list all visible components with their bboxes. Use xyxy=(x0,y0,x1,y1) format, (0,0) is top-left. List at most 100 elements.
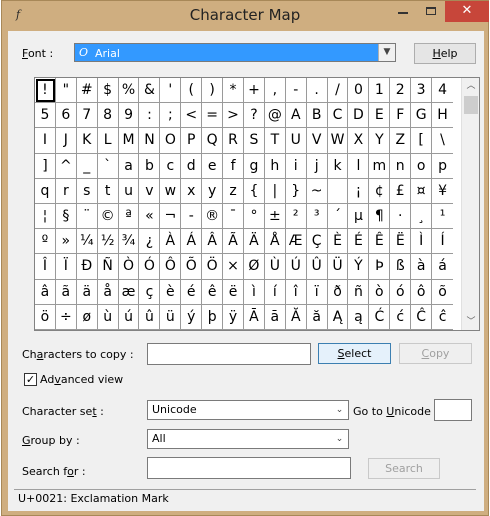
character-cell[interactable]: « xyxy=(139,204,161,230)
character-cell[interactable]: \ xyxy=(432,128,453,154)
character-cell[interactable]: ÿ xyxy=(223,304,244,330)
character-cell[interactable]: ç xyxy=(139,279,161,305)
character-cell[interactable]: Ù xyxy=(264,254,286,280)
character-cell[interactable]: · xyxy=(390,204,412,230)
character-cell[interactable]: > xyxy=(223,103,244,129)
character-cell[interactable]: Ć xyxy=(369,304,391,330)
character-cell[interactable]: x xyxy=(181,178,203,204)
character-cell[interactable]: ` xyxy=(97,153,119,179)
character-cell[interactable]: o xyxy=(411,153,433,179)
character-cell[interactable]: * xyxy=(223,78,244,104)
character-cell[interactable]: O xyxy=(160,128,182,154)
scrollbar-thumb[interactable] xyxy=(464,96,478,114)
character-cell[interactable]: I xyxy=(35,128,56,154)
character-cell[interactable]: % xyxy=(118,78,140,104)
character-cell[interactable]: ą xyxy=(348,304,370,330)
character-cell[interactable]: ( xyxy=(181,78,203,104)
character-cell[interactable]: § xyxy=(55,204,77,230)
character-cell[interactable]: y xyxy=(202,178,224,204)
character-cell[interactable]: ë xyxy=(223,279,244,305)
character-cell[interactable]: p xyxy=(432,154,453,179)
character-cell[interactable]: m xyxy=(369,153,391,179)
character-cell[interactable]: T xyxy=(264,128,286,154)
search-button[interactable]: Search xyxy=(368,458,440,479)
character-cell[interactable]: Ê xyxy=(369,229,391,255)
search-input[interactable] xyxy=(147,457,351,479)
character-cell[interactable]: Ã xyxy=(223,229,244,255)
character-cell[interactable]: D xyxy=(348,103,370,129)
character-cell[interactable]: × xyxy=(223,254,244,280)
character-cell[interactable]: . xyxy=(306,78,328,104)
character-cell[interactable]: ð xyxy=(327,279,349,305)
character-cell[interactable]: ~ xyxy=(306,178,328,204)
character-cell[interactable]: ñ xyxy=(348,279,370,305)
character-cell[interactable]: n xyxy=(390,153,412,179)
character-cell[interactable]: º xyxy=(35,229,56,255)
character-cell[interactable]: Å xyxy=(264,229,286,255)
character-cell[interactable]: _ xyxy=(76,153,98,179)
scroll-up-icon[interactable]: ︿ xyxy=(462,78,480,94)
character-cell[interactable]: 1 xyxy=(369,78,391,104)
character-cell[interactable]: ü xyxy=(160,304,182,330)
character-cell[interactable]: Ú xyxy=(285,254,307,280)
character-cell[interactable]: ô xyxy=(411,279,433,305)
character-cell[interactable]: Ò xyxy=(118,254,140,280)
character-cell[interactable]: ± xyxy=(264,204,286,230)
character-cell[interactable]: ¯ xyxy=(223,204,244,230)
character-cell[interactable]: Ĉ xyxy=(411,304,433,330)
character-cell[interactable]: } xyxy=(285,178,307,204)
character-cell[interactable]: ì xyxy=(243,279,265,305)
character-cell[interactable]: E xyxy=(369,103,391,129)
character-cell[interactable]: ? xyxy=(243,103,265,129)
character-cell[interactable]: G xyxy=(411,103,433,129)
scroll-down-icon[interactable]: ﹀ xyxy=(462,314,480,330)
character-cell[interactable]: Þ xyxy=(369,254,391,280)
character-cell[interactable]: = xyxy=(202,103,224,129)
character-cell[interactable]: t xyxy=(97,178,119,204)
character-cell[interactable]: - xyxy=(181,204,203,230)
character-cell[interactable]: " xyxy=(55,78,77,104)
character-cell[interactable]: Í xyxy=(432,229,453,255)
character-cell[interactable]: v xyxy=(139,178,161,204)
character-cell[interactable]: j xyxy=(306,153,328,179)
grid-scrollbar[interactable]: ︿ ﹀ xyxy=(461,78,479,330)
character-cell[interactable]: U xyxy=(285,128,307,154)
character-cell[interactable]: í xyxy=(264,279,286,305)
character-cell[interactable]: Æ xyxy=(285,229,307,255)
close-button[interactable]: ✕ xyxy=(445,1,489,22)
character-cell[interactable]: ă xyxy=(306,304,328,330)
character-cell[interactable]: ã xyxy=(55,279,77,305)
character-cell[interactable]: J xyxy=(55,128,77,154)
character-cell[interactable]: Ö xyxy=(202,254,224,280)
character-cell[interactable]: ¦ xyxy=(35,204,56,230)
character-cell[interactable]: ĉ xyxy=(432,305,453,330)
character-cell[interactable]: s xyxy=(76,178,98,204)
character-cell[interactable]: ¾ xyxy=(118,229,140,255)
character-cell[interactable]: 6 xyxy=(55,103,77,129)
character-cell[interactable]: q xyxy=(35,178,56,204)
character-cell[interactable]: Ä xyxy=(243,229,265,255)
character-cell[interactable]: L xyxy=(97,128,119,154)
character-cell[interactable]: ý xyxy=(181,304,203,330)
character-cell[interactable]: » xyxy=(55,229,77,255)
chevron-down-icon[interactable]: ▼ xyxy=(378,44,395,61)
character-cell[interactable]: X xyxy=(348,128,370,154)
character-cell[interactable]: - xyxy=(285,78,307,104)
group-by-dropdown[interactable]: All ⌄ xyxy=(147,429,349,449)
character-cell[interactable]: ^ xyxy=(55,153,77,179)
character-cell[interactable]: k xyxy=(327,153,349,179)
character-cell[interactable]: £ xyxy=(390,178,412,204)
character-cell[interactable]: i xyxy=(285,153,307,179)
character-cell[interactable]: ¸ xyxy=(411,204,433,230)
character-cell[interactable]: ' xyxy=(160,78,182,104)
character-cell[interactable]: Ó xyxy=(139,254,161,280)
character-cell[interactable]: Ì xyxy=(411,229,433,255)
character-cell[interactable]: ¥ xyxy=(432,179,453,204)
character-cell[interactable]: + xyxy=(243,78,265,104)
character-cell[interactable]: M xyxy=(118,128,140,154)
character-cell[interactable]: Ă xyxy=(285,304,307,330)
character-cell[interactable]: W xyxy=(327,128,349,154)
character-cell[interactable]: Â xyxy=(202,229,224,255)
chevron-down-icon[interactable]: ⌄ xyxy=(331,401,348,419)
character-cell[interactable]: A xyxy=(285,103,307,129)
